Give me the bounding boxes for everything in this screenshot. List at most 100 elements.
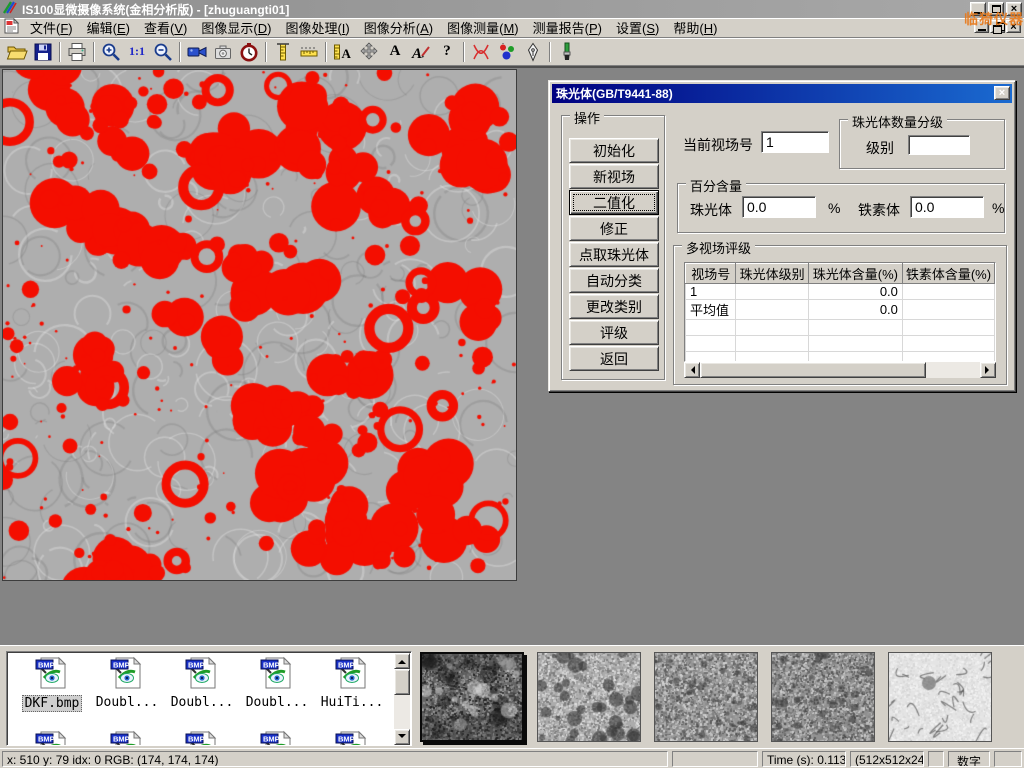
menu-file[interactable]: 文件(F) xyxy=(23,16,80,39)
horizontal-ruler-icon[interactable] xyxy=(296,40,322,64)
menu-image-analysis[interactable]: 图像分析(A) xyxy=(357,16,440,39)
dialog-close-button[interactable]: × xyxy=(994,86,1010,100)
arrow-down-icon xyxy=(398,734,406,742)
binarize-button[interactable]: 二值化 xyxy=(569,190,659,215)
percent-group: 百分含量 珠光体 % 铁素体 % xyxy=(677,183,1005,233)
video-camera-icon[interactable] xyxy=(184,40,210,64)
scroll-up-button[interactable] xyxy=(394,653,410,669)
dialog-title-bar[interactable]: 珠光体(GB/T9441-88) × xyxy=(552,84,1012,103)
mdi-close-icon: × xyxy=(1010,22,1016,32)
file-item[interactable]: BMP xyxy=(240,730,314,746)
ferrite-percent-input[interactable] xyxy=(910,196,984,218)
micrograph-image[interactable] xyxy=(3,70,516,580)
menu-edit[interactable]: 编辑(E) xyxy=(80,16,137,39)
menu-help[interactable]: 帮助(H) xyxy=(666,16,724,39)
capture-camera-icon[interactable] xyxy=(210,40,236,64)
pearlite-dialog: 珠光体(GB/T9441-88) × 操作 初始化 新视场 二值化 修正 点取珠… xyxy=(548,80,1016,392)
rating-table[interactable]: 视场号 珠光体级别 珠光体含量(%) 铁素体含量(%) 1 0.0 xyxy=(684,262,996,362)
correct-button[interactable]: 修正 xyxy=(569,216,659,241)
col-field-no[interactable]: 视场号 xyxy=(686,264,736,284)
auto-classify-button[interactable]: 自动分类 xyxy=(569,268,659,293)
pen-tool-icon[interactable] xyxy=(520,40,546,64)
text-icon[interactable]: A xyxy=(382,40,408,64)
operation-group-label: 操作 xyxy=(570,108,604,127)
actual-size-icon[interactable]: 1:1 xyxy=(124,40,150,64)
open-folder-icon[interactable] xyxy=(4,40,30,64)
close-button[interactable]: × xyxy=(1006,2,1022,16)
file-item[interactable]: BMP xyxy=(315,730,389,746)
minimize-button[interactable] xyxy=(970,2,986,16)
return-button[interactable]: 返回 xyxy=(569,346,659,371)
text-edit-icon[interactable]: A xyxy=(408,40,434,64)
menu-measure-report[interactable]: 测量报告(P) xyxy=(526,16,609,39)
document-icon[interactable] xyxy=(4,18,19,37)
help-icon[interactable]: ? xyxy=(434,40,460,64)
mdi-workspace: 珠光体(GB/T9441-88) × 操作 初始化 新视场 二值化 修正 点取珠… xyxy=(0,66,1024,645)
thumbnail-4[interactable] xyxy=(771,652,875,742)
maximize-button[interactable] xyxy=(988,2,1004,16)
change-class-button[interactable]: 更改类别 xyxy=(569,294,659,319)
application-window: IS100显微摄像系统(金相分析版) - [zhuguangti01] × 临猗… xyxy=(0,0,1024,768)
bmp-file-icon: BMP xyxy=(34,679,70,693)
file-item[interactable]: BMP HuiTi... xyxy=(315,656,389,710)
bmp-file-icon: BMP xyxy=(259,679,295,693)
pearlite-label: 珠光体 xyxy=(690,200,732,220)
zoom-out-icon[interactable] xyxy=(150,40,176,64)
hscroll-thumb[interactable] xyxy=(700,362,926,378)
print-icon[interactable] xyxy=(64,40,90,64)
table-hscrollbar[interactable] xyxy=(684,362,996,378)
file-item[interactable]: BMP Doubl... xyxy=(165,656,239,710)
current-field-input[interactable] xyxy=(761,131,829,153)
menu-image-measure[interactable]: 图像测量(M) xyxy=(440,16,526,39)
vscroll-thumb[interactable] xyxy=(394,669,410,695)
menu-image-display[interactable]: 图像显示(D) xyxy=(194,16,278,39)
pick-pearlite-button[interactable]: 点取珠光体 xyxy=(569,242,659,267)
operation-group: 操作 初始化 新视场 二值化 修正 点取珠光体 自动分类 更改类别 评级 返回 xyxy=(561,115,665,380)
mdi-restore-button[interactable] xyxy=(990,20,1005,33)
bmp-file-icon: BMP xyxy=(184,679,220,693)
svg-text:BMP: BMP xyxy=(113,661,130,670)
curve-tool-icon[interactable] xyxy=(468,40,494,64)
measure-label-icon[interactable]: A xyxy=(330,40,356,64)
timer-clock-icon[interactable] xyxy=(236,40,262,64)
file-item[interactable]: BMP Doubl... xyxy=(90,656,164,710)
percent-group-label: 百分含量 xyxy=(686,176,746,195)
move-cross-icon[interactable] xyxy=(356,40,382,64)
vertical-caliper-icon[interactable] xyxy=(270,40,296,64)
col-ferrite-content[interactable]: 铁素体含量(%) xyxy=(902,264,994,284)
file-item[interactable]: BMP xyxy=(165,730,239,746)
scroll-down-button[interactable] xyxy=(394,729,410,745)
file-item[interactable]: BMP xyxy=(15,730,89,746)
brush-tool-icon[interactable] xyxy=(554,40,580,64)
init-button[interactable]: 初始化 xyxy=(569,138,659,163)
svg-text:BMP: BMP xyxy=(188,735,205,744)
mdi-close-button[interactable]: × xyxy=(1006,20,1021,33)
classify-dots-icon[interactable] xyxy=(494,40,520,64)
thumbnail-2[interactable] xyxy=(537,652,641,742)
file-item[interactable]: BMP DKF.bmp xyxy=(15,656,89,712)
file-item[interactable]: BMP xyxy=(90,730,164,746)
mdi-minimize-button[interactable] xyxy=(974,20,989,33)
thumbnail-5[interactable] xyxy=(888,652,992,742)
zoom-in-icon[interactable] xyxy=(98,40,124,64)
maximize-icon xyxy=(992,5,1001,13)
menu-image-processing[interactable]: 图像处理(I) xyxy=(278,16,356,39)
file-vscrollbar[interactable] xyxy=(394,653,410,745)
menu-view[interactable]: 查看(V) xyxy=(137,16,194,39)
level-input[interactable] xyxy=(908,135,970,155)
svg-text:BMP: BMP xyxy=(263,661,280,670)
rate-button[interactable]: 评级 xyxy=(569,320,659,345)
scroll-left-button[interactable] xyxy=(684,362,700,378)
thumbnail-3[interactable] xyxy=(654,652,758,742)
menu-settings[interactable]: 设置(S) xyxy=(609,16,666,39)
col-pearlite-level[interactable]: 珠光体级别 xyxy=(736,264,808,284)
pearlite-unit: % xyxy=(828,200,840,216)
file-item[interactable]: BMP Doubl... xyxy=(240,656,314,710)
pearlite-percent-input[interactable] xyxy=(742,196,816,218)
save-icon[interactable] xyxy=(30,40,56,64)
scroll-right-button[interactable] xyxy=(980,362,996,378)
new-field-button[interactable]: 新视场 xyxy=(569,164,659,189)
thumbnail-1[interactable] xyxy=(420,652,524,742)
col-pearlite-content[interactable]: 珠光体含量(%) xyxy=(808,264,902,284)
menu-bar: 文件(F) 编辑(E) 查看(V) 图像显示(D) 图像处理(I) 图像分析(A… xyxy=(0,18,1024,38)
